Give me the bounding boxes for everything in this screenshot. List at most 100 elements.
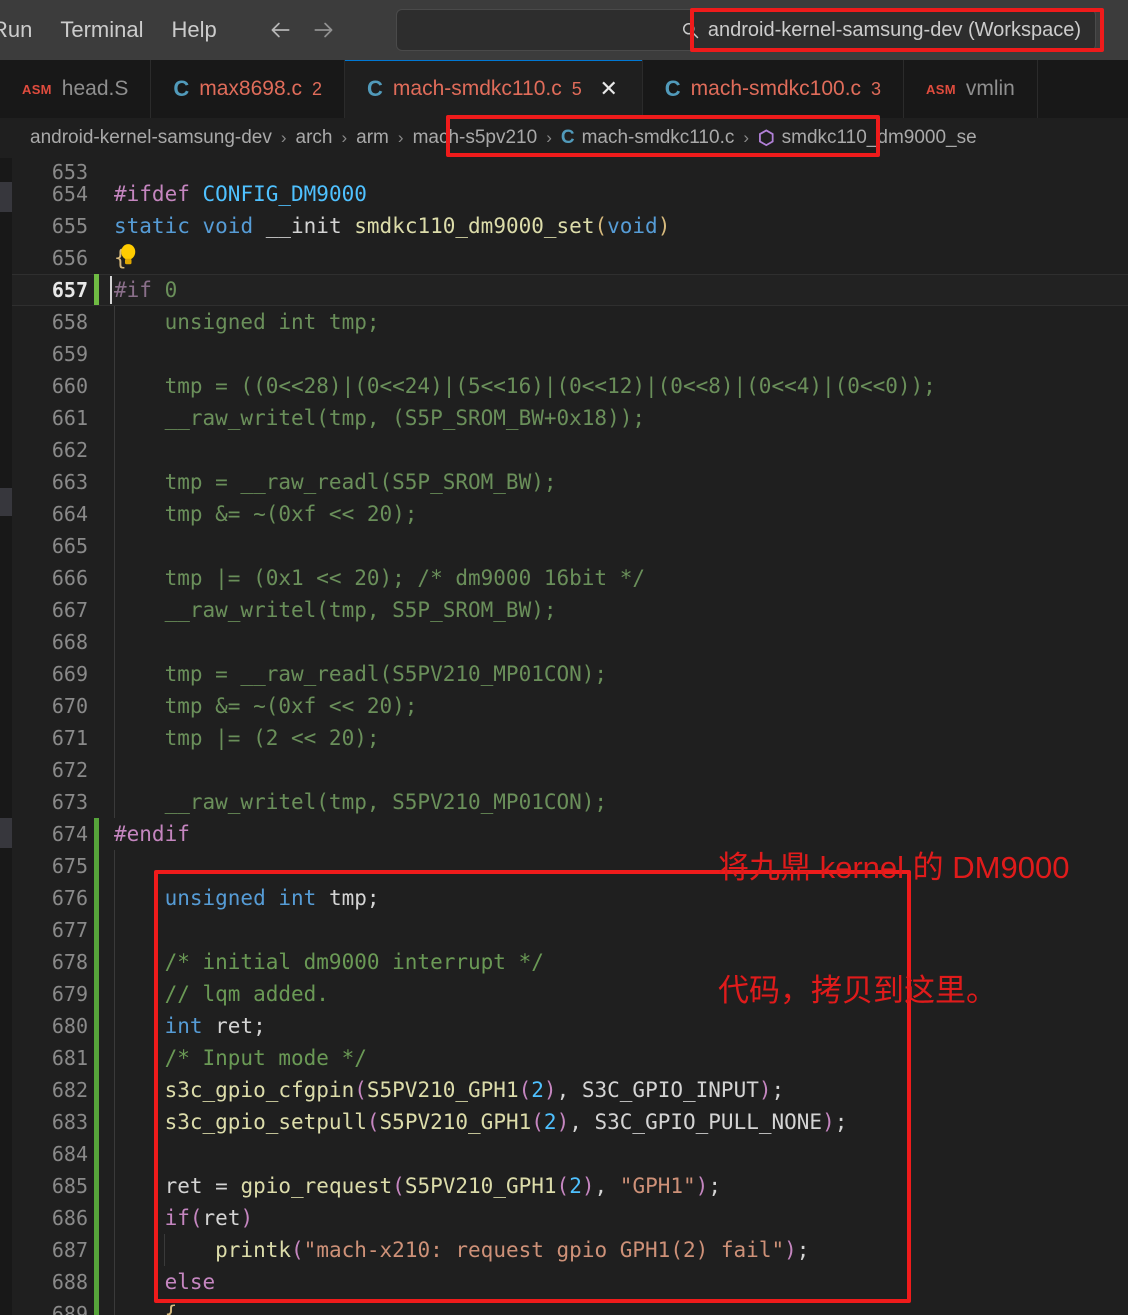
- git-change-gutter[interactable]: [88, 978, 104, 1010]
- command-center[interactable]: android-kernel-samsung-dev (Workspace): [396, 9, 1096, 51]
- git-change-gutter[interactable]: [88, 1074, 104, 1106]
- git-change-gutter[interactable]: [88, 338, 104, 370]
- code-token: ): [822, 1110, 835, 1134]
- code-editor[interactable]: 653 654 #ifdef CONFIG_DM9000 655 static void…: [12, 158, 1128, 1315]
- breadcrumb-item[interactable]: smdkc110_dm9000_se: [782, 127, 977, 149]
- git-change-gutter[interactable]: [88, 1266, 104, 1298]
- git-change-gutter[interactable]: [88, 882, 104, 914]
- code-line[interactable]: 654 #ifdef CONFIG_DM9000: [12, 178, 1128, 210]
- indent-guide: [114, 882, 115, 914]
- code-token: tmp = __raw_readl(S5P_SROM_BW);: [114, 470, 557, 494]
- sidebar-row[interactable]: [0, 488, 12, 516]
- code-line[interactable]: 659: [12, 338, 1128, 370]
- code-line[interactable]: 671 tmp |= (2 << 20);: [12, 722, 1128, 754]
- git-change-gutter[interactable]: [88, 594, 104, 626]
- indent-guide: [114, 1234, 115, 1266]
- git-change-gutter[interactable]: [88, 946, 104, 978]
- git-change-gutter[interactable]: [88, 850, 104, 882]
- line-number: 679: [51, 982, 88, 1006]
- sidebar-row[interactable]: [0, 818, 12, 848]
- git-change-gutter[interactable]: [88, 754, 104, 786]
- git-added-marker: [94, 274, 99, 306]
- code-line[interactable]: 685 ret = gpio_request(S5PV210_GPH1(2), …: [12, 1170, 1128, 1202]
- git-change-gutter[interactable]: [88, 274, 104, 306]
- git-change-gutter[interactable]: [88, 626, 104, 658]
- git-change-gutter[interactable]: [88, 178, 104, 210]
- code-line[interactable]: 687 printk("mach-x210: request gpio GPH1…: [12, 1234, 1128, 1266]
- breadcrumb-item[interactable]: android-kernel-samsung-dev: [30, 127, 272, 149]
- editor-tab-mach-smdkc110-c[interactable]: Cmach-smdkc110.c 5 ✕: [345, 60, 643, 118]
- code-line[interactable]: 660 tmp = ((0<<28)|(0<<24)|(5<<16)|(0<<1…: [12, 370, 1128, 402]
- lightbulb-quickfix-icon[interactable]: [112, 240, 142, 270]
- editor-tab-vmlin[interactable]: ASM vmlin: [904, 60, 1038, 118]
- code-line[interactable]: 684: [12, 1138, 1128, 1170]
- code-text: [104, 530, 1128, 562]
- git-change-gutter[interactable]: [88, 690, 104, 722]
- breadcrumb-item[interactable]: arm: [356, 127, 389, 149]
- git-change-gutter[interactable]: [88, 402, 104, 434]
- git-change-gutter[interactable]: [88, 370, 104, 402]
- code-line[interactable]: 658 unsigned int tmp;: [12, 306, 1128, 338]
- explorer-sidebar-edge[interactable]: [0, 158, 12, 1315]
- git-change-gutter[interactable]: [88, 562, 104, 594]
- editor-tab-head-s[interactable]: ASM head.S: [0, 60, 152, 118]
- menu-item-help[interactable]: Help: [158, 0, 231, 60]
- git-change-gutter[interactable]: [88, 1042, 104, 1074]
- git-change-gutter[interactable]: [88, 530, 104, 562]
- code-line[interactable]: 683 s3c_gpio_setpull(S5PV210_GPH1(2), S3…: [12, 1106, 1128, 1138]
- close-icon[interactable]: ✕: [598, 78, 620, 100]
- git-change-gutter[interactable]: [88, 1138, 104, 1170]
- git-change-gutter[interactable]: [88, 1170, 104, 1202]
- code-line[interactable]: 665: [12, 530, 1128, 562]
- git-change-gutter[interactable]: [88, 1202, 104, 1234]
- code-line[interactable]: 669 tmp = __raw_readl(S5PV210_MP01CON);: [12, 658, 1128, 690]
- git-change-gutter[interactable]: [88, 466, 104, 498]
- git-change-gutter[interactable]: [88, 658, 104, 690]
- editor-tab-mach-smdkc100-c[interactable]: Cmach-smdkc100.c 3: [642, 60, 905, 118]
- code-line[interactable]: 656 {: [12, 242, 1128, 274]
- git-change-gutter[interactable]: [88, 1010, 104, 1042]
- git-change-gutter[interactable]: [88, 914, 104, 946]
- code-line[interactable]: 653: [12, 158, 1128, 182]
- git-change-gutter[interactable]: [88, 786, 104, 818]
- git-change-gutter[interactable]: [88, 1298, 104, 1315]
- git-change-gutter[interactable]: [88, 722, 104, 754]
- code-token: (: [556, 1174, 570, 1198]
- breadcrumb-item[interactable]: mach-s5pv210: [413, 127, 538, 149]
- code-line[interactable]: 670 tmp &= ~(0xf << 20);: [12, 690, 1128, 722]
- menu-item-terminal[interactable]: Terminal: [46, 0, 157, 60]
- code-line[interactable]: 666 tmp |= (0x1 << 20); /* dm9000 16bit …: [12, 562, 1128, 594]
- code-line[interactable]: 655 static void __init smdkc110_dm9000_se…: [12, 210, 1128, 242]
- git-change-gutter[interactable]: [88, 210, 104, 242]
- git-change-gutter[interactable]: [88, 306, 104, 338]
- code-token: void: [202, 214, 254, 238]
- code-token: ): [543, 1078, 557, 1102]
- code-text: printk("mach-x210: request gpio GPH1(2) …: [104, 1234, 1128, 1266]
- git-change-gutter[interactable]: [88, 818, 104, 850]
- breadcrumb-item[interactable]: arch: [296, 127, 333, 149]
- arrow-forward-icon[interactable]: [311, 17, 337, 43]
- code-line[interactable]: 686 if(ret): [12, 1202, 1128, 1234]
- git-added-marker: [94, 882, 99, 914]
- code-text: #ifdef CONFIG_DM9000: [104, 178, 1128, 210]
- breadcrumb-item[interactable]: mach-smdkc110.c: [582, 127, 735, 149]
- sidebar-row[interactable]: [0, 182, 12, 212]
- git-change-gutter[interactable]: [88, 434, 104, 466]
- git-change-gutter[interactable]: [88, 242, 104, 274]
- editor-tab-max8698-c[interactable]: Cmax8698.c 2: [151, 60, 345, 118]
- git-change-gutter[interactable]: [88, 1106, 104, 1138]
- code-line[interactable]: 689 {: [12, 1298, 1128, 1315]
- code-line[interactable]: 688 else: [12, 1266, 1128, 1298]
- code-line[interactable]: 662: [12, 434, 1128, 466]
- arrow-left-icon[interactable]: [267, 17, 293, 43]
- code-line[interactable]: 661 __raw_writel(tmp, (S5P_SROM_BW+0x18)…: [12, 402, 1128, 434]
- code-line[interactable]: 663 tmp = __raw_readl(S5P_SROM_BW);: [12, 466, 1128, 498]
- code-line[interactable]: 667 __raw_writel(tmp, S5P_SROM_BW);: [12, 594, 1128, 626]
- menu-item-run[interactable]: Run: [0, 0, 46, 60]
- git-change-gutter[interactable]: [88, 1234, 104, 1266]
- git-change-gutter[interactable]: [88, 498, 104, 530]
- code-line[interactable]: 668: [12, 626, 1128, 658]
- code-line[interactable]: 664 tmp &= ~(0xf << 20);: [12, 498, 1128, 530]
- code-line[interactable]: 657 #if 0: [12, 274, 1128, 306]
